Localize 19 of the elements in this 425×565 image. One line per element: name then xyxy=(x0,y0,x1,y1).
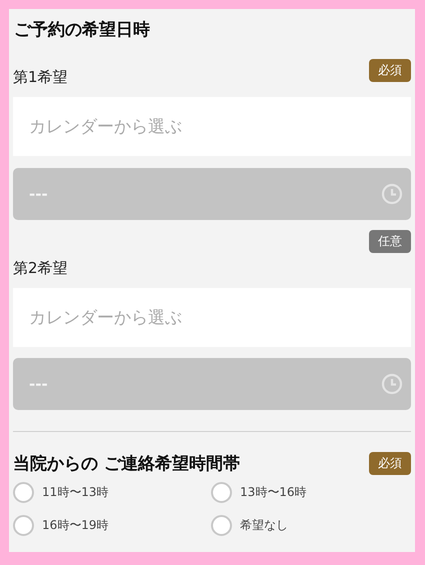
radio-option[interactable]: 16時〜19時 xyxy=(13,515,211,536)
clock-icon xyxy=(381,183,403,205)
required-badge: 必須 xyxy=(369,452,411,475)
clock-icon xyxy=(381,373,403,395)
optional-badge: 任意 xyxy=(369,230,411,253)
field-label: 第1希望 xyxy=(13,67,68,87)
radio-button[interactable] xyxy=(13,482,34,503)
section-title: ご予約の希望日時 xyxy=(14,19,151,41)
radio-button[interactable] xyxy=(211,482,232,503)
radio-option[interactable]: 希望なし xyxy=(211,515,411,536)
required-badge: 必須 xyxy=(369,58,411,82)
radio-option[interactable]: 11時〜13時 xyxy=(13,482,211,503)
radio-button[interactable] xyxy=(211,515,232,536)
radio-option[interactable]: 13時〜16時 xyxy=(211,482,411,503)
field-label: 第2希望 xyxy=(13,258,69,278)
section-title: 当院からの ご連絡希望時間帯 xyxy=(13,453,240,475)
radio-button[interactable] xyxy=(13,515,34,536)
date-field[interactable]: カレンダーから選ぶ xyxy=(13,288,411,347)
date-field[interactable]: カレンダーから選ぶ xyxy=(13,97,411,156)
